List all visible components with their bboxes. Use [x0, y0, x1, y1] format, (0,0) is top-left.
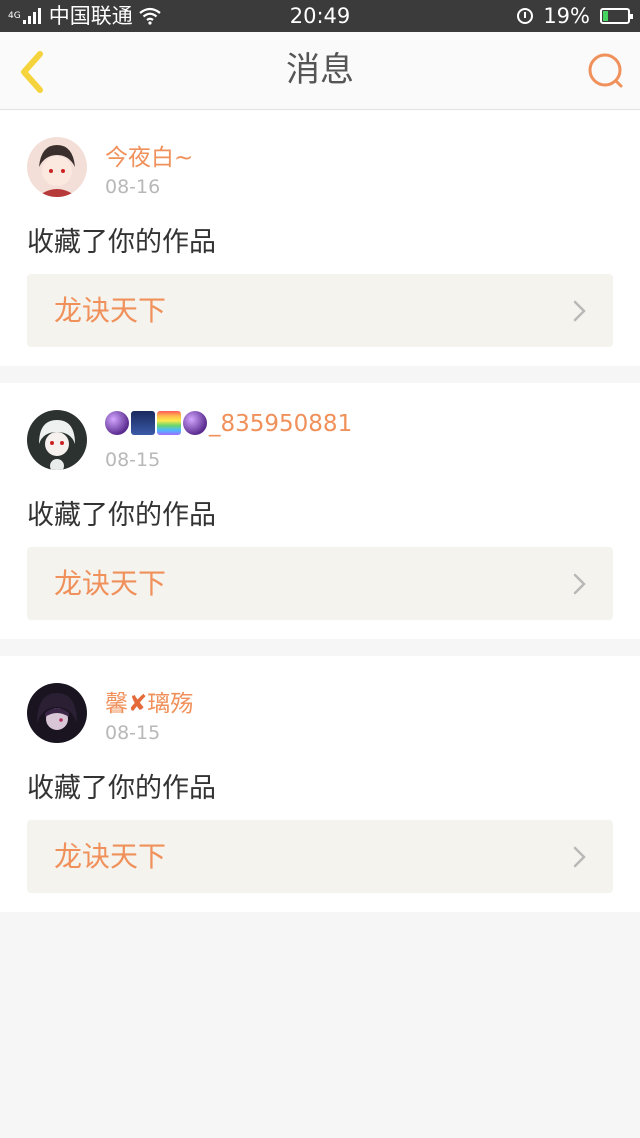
- message-card: _835950881 08-15 收藏了你的作品 龙诀天下: [0, 383, 640, 639]
- action-text: 收藏了你的作品: [27, 773, 216, 804]
- status-bar: 4G 中国联通 20:49 19%: [0, 0, 640, 32]
- chevron-right-icon: [573, 846, 586, 868]
- message-date: 08-15: [105, 449, 161, 471]
- username[interactable]: _835950881: [105, 411, 352, 437]
- chevron-right-icon: [573, 573, 586, 595]
- crystal-ball-icon: [183, 411, 207, 435]
- status-right: 19%: [517, 0, 633, 32]
- avatar[interactable]: [27, 410, 87, 470]
- alarm-icon: [517, 8, 534, 24]
- message-list: 今夜白~ 08-16 收藏了你的作品 龙诀天下 _835950881 08-15: [0, 110, 640, 929]
- cross-mark-icon: ✘: [128, 691, 148, 717]
- work-title: 龙诀天下: [54, 294, 167, 327]
- night-sky-icon: [131, 411, 155, 435]
- work-link[interactable]: 龙诀天下: [27, 820, 613, 893]
- username-part: 璃殇: [147, 691, 194, 717]
- work-title: 龙诀天下: [54, 840, 167, 873]
- username[interactable]: 今夜白~: [105, 138, 193, 172]
- nav-bar: 消息: [0, 32, 640, 110]
- chevron-right-icon: [573, 300, 586, 322]
- message-date: 08-16: [105, 176, 161, 198]
- page-title: 消息: [286, 50, 354, 90]
- work-link[interactable]: 龙诀天下: [27, 547, 613, 620]
- message-card: 馨✘璃殇 08-15 收藏了你的作品 龙诀天下: [0, 656, 640, 912]
- username-part: 馨: [105, 691, 128, 717]
- avatar[interactable]: [27, 683, 87, 743]
- username-text: _835950881: [209, 411, 353, 437]
- search-icon[interactable]: [586, 52, 626, 92]
- action-text: 收藏了你的作品: [27, 500, 216, 531]
- message-card: 今夜白~ 08-16 收藏了你的作品 龙诀天下: [0, 110, 640, 366]
- rainbow-icon: [157, 411, 181, 435]
- work-title: 龙诀天下: [54, 567, 167, 600]
- username[interactable]: 馨✘璃殇: [105, 684, 193, 718]
- action-text: 收藏了你的作品: [27, 227, 216, 258]
- avatar[interactable]: [27, 137, 87, 197]
- work-link[interactable]: 龙诀天下: [27, 274, 613, 347]
- battery-percent: 19%: [543, 4, 590, 28]
- message-date: 08-15: [105, 722, 161, 744]
- battery-icon: [600, 8, 633, 24]
- crystal-ball-icon: [105, 411, 129, 435]
